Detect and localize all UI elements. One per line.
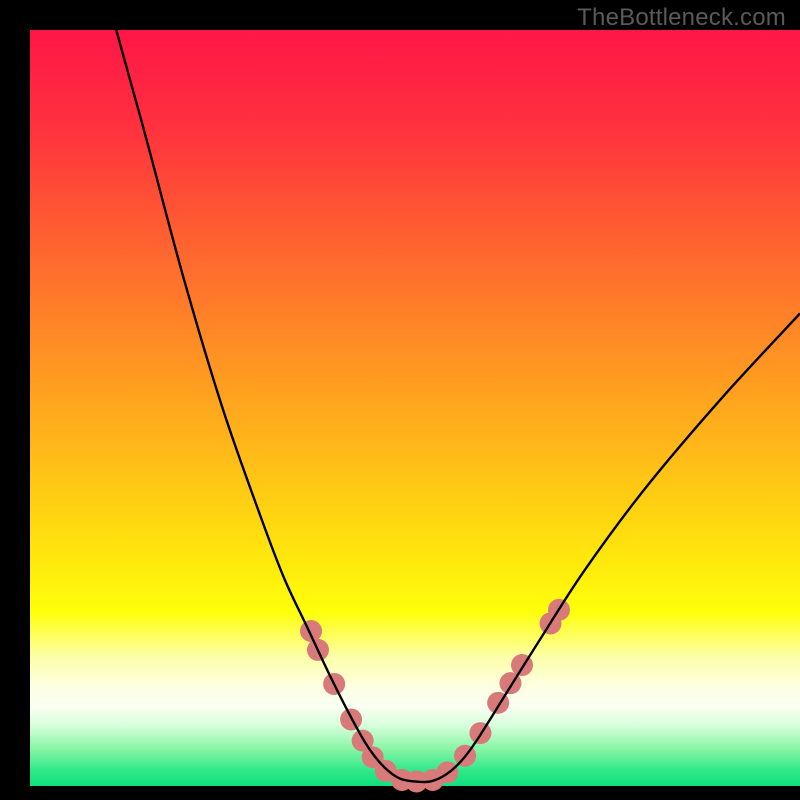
- curve-bead: [300, 620, 322, 642]
- chart-svg: [0, 0, 800, 800]
- watermark-text: TheBottleneck.com: [577, 4, 786, 32]
- plot-background: [30, 30, 800, 786]
- bottleneck-chart: TheBottleneck.com: [0, 0, 800, 800]
